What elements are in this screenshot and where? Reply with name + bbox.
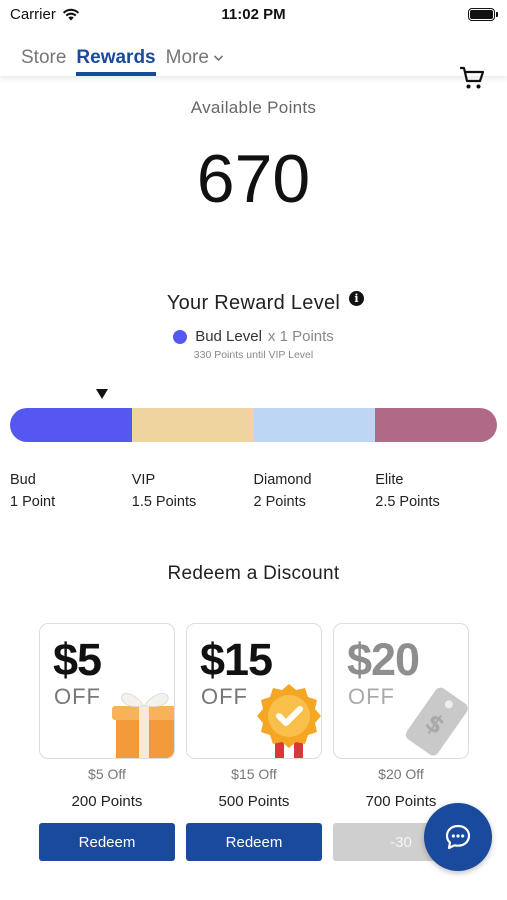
current-level-name: Bud Level xyxy=(195,328,262,345)
chat-bubble-icon xyxy=(445,824,471,850)
discount-card-info: $5 Off 200 Points $15 Off 500 Points $20… xyxy=(39,766,469,810)
tier-name: Bud xyxy=(10,472,36,488)
tier-points: 2 Points xyxy=(253,494,306,510)
discount-off-label: OFF xyxy=(54,684,101,709)
carrier-label: Carrier xyxy=(10,5,56,23)
points-until-next-level: 330 Points until VIP Level xyxy=(193,349,314,361)
discount-amount: $15 xyxy=(200,634,273,685)
price-tag-icon: $ xyxy=(405,687,468,756)
discount-points: 500 Points xyxy=(218,793,290,810)
tier-segment-elite xyxy=(375,408,497,442)
tab-more[interactable]: More xyxy=(166,28,224,76)
discount-info-5: $5 Off 200 Points xyxy=(39,766,175,810)
discount-desc: $20 Off xyxy=(378,766,424,782)
tier-name: VIP xyxy=(131,472,156,488)
chevron-down-icon xyxy=(213,55,223,62)
tier-points: 2.5 Points xyxy=(375,494,440,510)
wifi-icon xyxy=(62,8,79,20)
level-marker-icon xyxy=(96,389,108,399)
tier-segment-bud xyxy=(10,408,132,442)
discount-card-20: $20 OFF $ xyxy=(333,623,469,759)
tab-rewards[interactable]: Rewards xyxy=(76,28,156,76)
level-color-dot xyxy=(173,329,188,344)
reward-level-title: Your Reward Level xyxy=(166,292,341,314)
discount-desc: $15 Off xyxy=(231,766,277,782)
tab-more-label: More xyxy=(165,47,209,68)
tier-name: Elite xyxy=(375,472,404,488)
points-value: 670 xyxy=(196,141,311,217)
tier-vip: VIP 1.5 Points xyxy=(132,469,254,513)
tier-segment-vip xyxy=(131,408,254,442)
level-progress-bar xyxy=(10,408,497,442)
tab-store[interactable]: Store xyxy=(21,28,66,76)
tier-labels: Bud 1 Point VIP 1.5 Points Diamond 2 Poi… xyxy=(10,469,497,513)
current-level-multiplier: x 1 Points xyxy=(267,328,334,345)
gift-box-icon xyxy=(112,693,174,758)
redeem-button-5[interactable]: Redeem xyxy=(39,823,175,861)
battery-icon xyxy=(468,7,498,21)
tab-store-label: Store xyxy=(21,47,67,68)
cart-icon[interactable] xyxy=(459,66,485,90)
tier-segment-diamond xyxy=(253,408,376,442)
award-badge-icon xyxy=(257,684,321,758)
tier-elite: Elite 2.5 Points xyxy=(375,469,497,513)
discount-card-15[interactable]: $15 OFF xyxy=(186,623,322,759)
discount-cards: $5 OFF $15 OFF $20 OFF $ xyxy=(39,623,469,759)
discount-off-label: OFF xyxy=(201,684,248,709)
available-points-label: Available Points xyxy=(190,98,317,117)
tier-diamond: Diamond 2 Points xyxy=(254,469,376,513)
top-nav: Store Rewards More xyxy=(0,28,507,89)
discount-desc: $5 Off xyxy=(88,766,126,782)
tier-points: 1.5 Points xyxy=(131,494,197,510)
discount-card-5[interactable]: $5 OFF xyxy=(39,623,175,759)
discount-info-15: $15 Off 500 Points xyxy=(186,766,322,810)
tab-rewards-label: Rewards xyxy=(76,47,156,68)
discount-off-label: OFF xyxy=(348,684,395,709)
tier-bud: Bud 1 Point xyxy=(10,469,132,513)
info-icon[interactable]: i xyxy=(349,291,364,306)
tier-points: 1 Point xyxy=(10,494,56,510)
status-left: Carrier xyxy=(10,6,80,23)
chat-button[interactable] xyxy=(424,803,492,871)
discount-amount: $5 xyxy=(53,634,102,685)
redeem-button-15[interactable]: Redeem xyxy=(186,823,322,861)
discount-points: 200 Points xyxy=(71,793,143,810)
current-level-row: Bud Level x 1 Points xyxy=(0,328,507,345)
status-bar: Carrier 11:02 PM xyxy=(0,0,507,28)
redeem-buttons: Redeem Redeem -30 xyxy=(39,823,469,861)
discount-amount: $20 xyxy=(347,634,420,685)
redeem-section-title: Redeem a Discount xyxy=(167,563,340,584)
tier-name: Diamond xyxy=(253,472,312,488)
